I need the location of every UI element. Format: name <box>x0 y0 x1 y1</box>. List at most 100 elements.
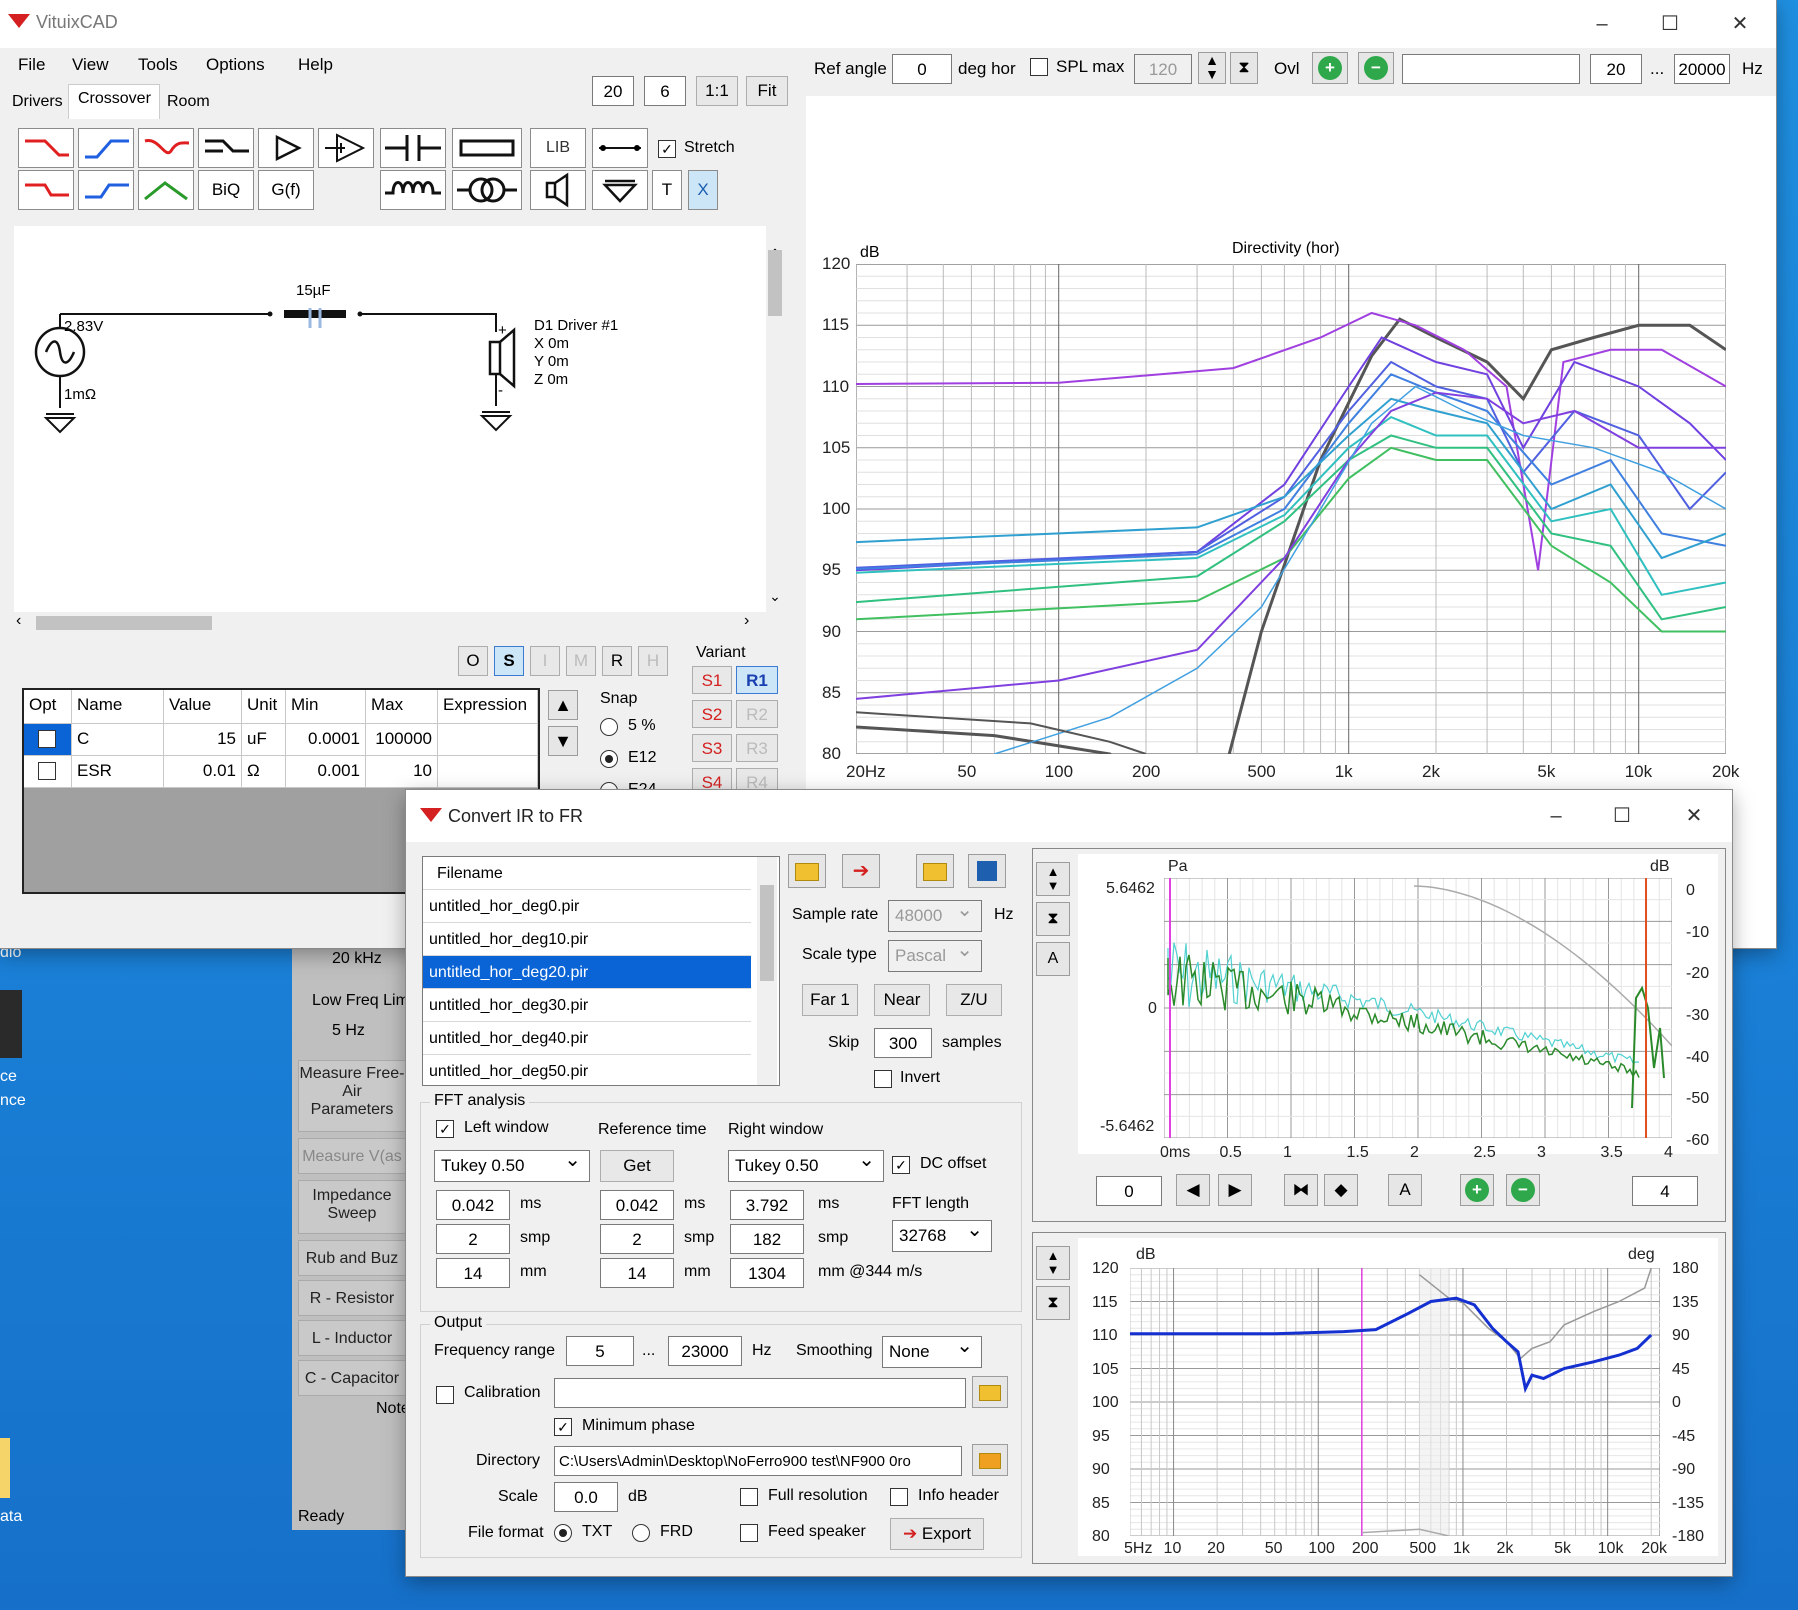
freq-range-to-field[interactable]: 23000 <box>668 1336 742 1366</box>
cell-name[interactable]: ESR <box>72 756 164 788</box>
biquad-button[interactable]: BiQ <box>198 170 254 210</box>
cell-value[interactable]: 15 <box>164 724 242 756</box>
tab-drivers[interactable]: Drivers <box>12 93 63 111</box>
tab-room[interactable]: Room <box>167 93 210 111</box>
col-header-expression[interactable]: Expression <box>438 690 538 724</box>
variant-r1-button[interactable]: R1 <box>736 666 778 694</box>
library-button[interactable]: LIB <box>530 128 586 168</box>
measure-v-button[interactable]: Measure V(as <box>298 1138 406 1174</box>
delete-tool-button[interactable]: X <box>688 170 718 210</box>
cell-unit[interactable]: uF <box>242 724 286 756</box>
col-header-unit[interactable]: Unit <box>242 690 286 724</box>
menu-options[interactable]: Options <box>206 55 265 75</box>
opt-checkbox[interactable] <box>38 730 56 748</box>
inductor-part-icon[interactable] <box>380 170 446 210</box>
spl-max-checkbox[interactable] <box>1030 58 1048 76</box>
list-item[interactable]: untitled_hor_deg0.pir <box>423 890 751 923</box>
col-header-name[interactable]: Name <box>72 690 164 724</box>
dc-offset-checkbox[interactable]: ✓ <box>892 1156 910 1174</box>
desktop-folder-icon[interactable] <box>0 1438 10 1498</box>
remove-overlay-icon[interactable]: − <box>1358 52 1394 84</box>
list-item[interactable]: untitled_hor_deg10.pir <box>423 923 751 956</box>
table-row[interactable] <box>24 756 72 788</box>
sample-rate-select[interactable]: 48000 <box>888 895 982 932</box>
snap-5pct-radio[interactable] <box>600 718 618 736</box>
ir-autoscale-button[interactable]: A <box>1036 942 1070 976</box>
full-resolution-checkbox[interactable] <box>740 1488 758 1506</box>
ir-zoom-out-icon[interactable]: − <box>1506 1174 1540 1206</box>
opamp-icon[interactable] <box>318 128 374 168</box>
freq-range-from-field[interactable]: 5 <box>566 1336 634 1366</box>
left-mm-field[interactable]: 14 <box>436 1258 510 1288</box>
overlay-name-field[interactable] <box>1402 54 1580 84</box>
freq-from-field[interactable]: 20 <box>1590 54 1642 84</box>
driver-part-icon[interactable] <box>530 170 586 210</box>
directivity-chart[interactable] <box>856 264 1726 754</box>
impedance-sweep-button[interactable]: Impedance Sweep <box>298 1180 406 1234</box>
zoom-1to1-button[interactable]: 1:1 <box>696 76 738 106</box>
ref-angle-field[interactable]: 0 <box>892 54 952 84</box>
mode-m-button[interactable]: M <box>566 646 596 676</box>
ir-a-button[interactable]: A <box>1388 1174 1422 1206</box>
menu-tools[interactable]: Tools <box>138 55 178 75</box>
capacitor-part-icon[interactable] <box>380 128 446 168</box>
frd-radio[interactable] <box>632 1524 650 1542</box>
notch-filter-icon[interactable] <box>138 128 194 168</box>
cell-max[interactable]: 10 <box>366 756 438 788</box>
zoom-b-field[interactable]: 6 <box>644 76 686 106</box>
rub-buzz-button[interactable]: Rub and Buz <box>298 1240 406 1276</box>
left-smp-field[interactable]: 2 <box>436 1224 510 1254</box>
gf-button[interactable]: G(f) <box>258 170 314 210</box>
highpass-2-icon[interactable] <box>78 170 134 210</box>
move-down-icon[interactable]: ▼ <box>548 726 578 756</box>
fr-collapse-icon[interactable]: ⧗ <box>1036 1286 1070 1320</box>
ref-ms-field[interactable]: 0.042 <box>600 1190 674 1220</box>
open-folder-2-icon[interactable] <box>916 854 954 888</box>
directory-field[interactable]: C:\Users\Admin\Desktop\NoFerro900 test\N… <box>554 1446 962 1476</box>
variant-s1-button[interactable]: S1 <box>692 666 732 694</box>
ir-chart[interactable] <box>1164 878 1672 1138</box>
list-item-selected[interactable]: untitled_hor_deg20.pir <box>423 956 751 989</box>
feed-speaker-checkbox[interactable] <box>740 1524 758 1542</box>
table-row[interactable] <box>24 724 72 756</box>
freq-to-field[interactable]: 20000 <box>1674 54 1730 84</box>
far1-button[interactable]: Far 1 <box>802 984 858 1016</box>
list-item[interactable]: untitled_hor_deg40.pir <box>423 1022 751 1055</box>
mode-s-button[interactable]: S <box>494 646 524 676</box>
lowpass-2-icon[interactable] <box>18 170 74 210</box>
resistor-part-icon[interactable] <box>452 128 522 168</box>
file-list-header[interactable]: Filename <box>423 857 751 890</box>
transformer-part-icon[interactable] <box>452 170 522 210</box>
mode-h-button[interactable]: H <box>638 646 668 676</box>
ref-mm-field[interactable]: 14 <box>600 1258 674 1288</box>
left-ms-field[interactable]: 0.042 <box>436 1190 510 1220</box>
calibration-checkbox[interactable] <box>436 1386 454 1404</box>
right-mm-field[interactable]: 1304 <box>730 1258 804 1288</box>
dialog-maximize-button[interactable]: ☐ <box>1592 798 1652 834</box>
col-header-value[interactable]: Value <box>164 690 242 724</box>
calibration-folder-icon[interactable] <box>972 1376 1008 1408</box>
cell-max[interactable]: 100000 <box>366 724 438 756</box>
freq-low-field[interactable]: 5 Hz <box>332 1022 365 1040</box>
invert-checkbox[interactable] <box>874 1070 892 1088</box>
desktop-app-icon[interactable] <box>0 990 22 1058</box>
text-tool-button[interactable]: T <box>652 170 682 210</box>
zoom-a-field[interactable]: 20 <box>592 76 634 106</box>
amplifier-icon[interactable] <box>258 128 314 168</box>
ref-smp-field[interactable]: 2 <box>600 1224 674 1254</box>
near-button[interactable]: Near <box>874 984 930 1016</box>
left-window-select[interactable]: Tukey 0.50 <box>434 1145 590 1182</box>
calibration-file-field[interactable] <box>554 1378 966 1408</box>
minimum-phase-checkbox[interactable]: ✓ <box>554 1418 572 1436</box>
cell-value[interactable]: 0.01 <box>164 756 242 788</box>
schematic-hscroll[interactable]: ‹ › <box>14 612 766 632</box>
maximize-button[interactable]: ☐ <box>1640 6 1700 42</box>
add-overlay-icon[interactable]: + <box>1312 52 1348 84</box>
right-window-select[interactable]: Tukey 0.50 <box>728 1145 884 1182</box>
txt-radio[interactable] <box>554 1524 572 1542</box>
list-item[interactable]: untitled_hor_deg30.pir <box>423 989 751 1022</box>
tab-crossover[interactable]: Crossover <box>78 90 151 108</box>
zu-button[interactable]: Z/U <box>946 984 1002 1016</box>
zoom-fit-button[interactable]: Fit <box>746 76 788 106</box>
col-header-opt[interactable]: Opt <box>24 690 72 724</box>
